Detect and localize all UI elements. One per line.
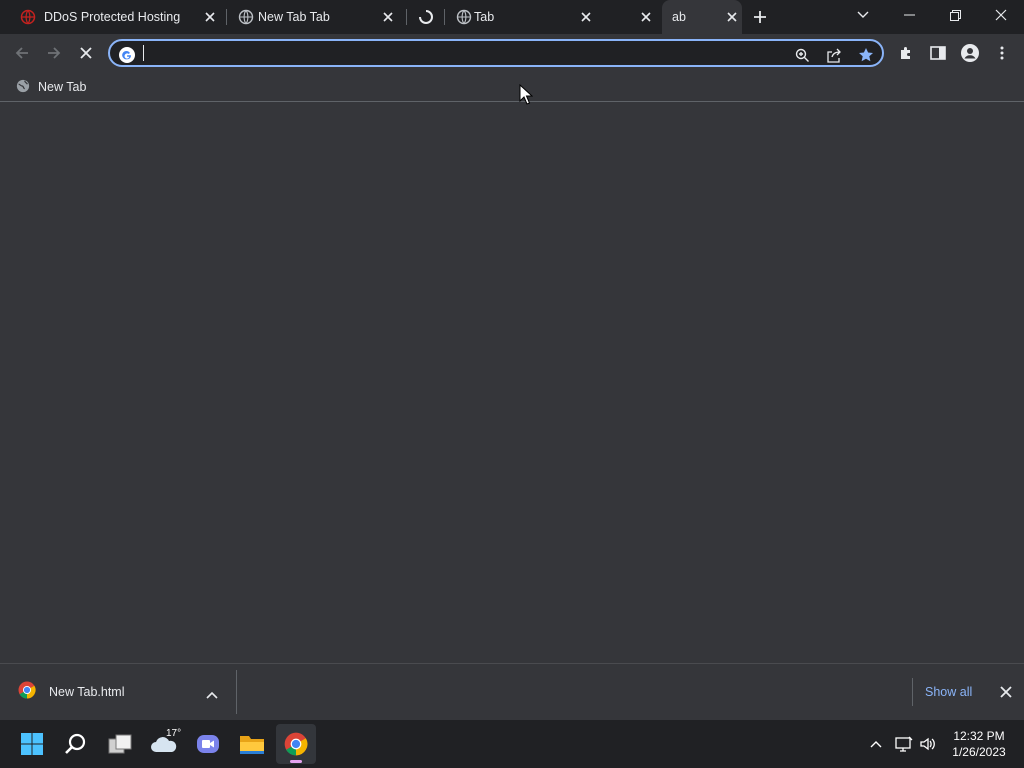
teams-chat-button[interactable] bbox=[188, 724, 228, 764]
bookmark-label: New Tab bbox=[38, 80, 87, 94]
side-panel-icon bbox=[930, 46, 946, 60]
new-tab-button[interactable] bbox=[744, 1, 776, 33]
text-caret bbox=[143, 45, 144, 61]
tab-strip: DDoS Protected Hosting S... New Tab Tab … bbox=[0, 0, 1024, 34]
chevron-down-icon bbox=[857, 11, 869, 18]
task-view-button[interactable] bbox=[100, 724, 140, 764]
globe-icon bbox=[456, 9, 472, 25]
chevron-up-icon[interactable] bbox=[206, 686, 218, 704]
globe-icon bbox=[16, 79, 30, 96]
forward-button[interactable] bbox=[38, 37, 70, 69]
star-icon[interactable] bbox=[854, 43, 878, 67]
speaker-icon bbox=[920, 737, 935, 751]
toolbar bbox=[0, 34, 1024, 72]
close-icon[interactable] bbox=[724, 9, 740, 25]
download-item[interactable]: New Tab.html bbox=[10, 672, 236, 712]
tab-title: ab bbox=[672, 10, 686, 24]
tab-active[interactable]: ab bbox=[662, 0, 742, 34]
plus-icon bbox=[754, 11, 766, 23]
tab-title: DDoS Protected Hosting S... bbox=[44, 10, 184, 24]
weather-temperature: 17° bbox=[166, 728, 182, 739]
show-hidden-icons-button[interactable] bbox=[864, 732, 888, 756]
profile-button[interactable] bbox=[954, 37, 986, 69]
avatar-icon bbox=[961, 44, 979, 62]
chrome-taskbar-button[interactable] bbox=[276, 724, 316, 764]
tab-separator bbox=[226, 9, 227, 25]
tab-new-tab[interactable]: New Tab Tab bbox=[230, 0, 406, 34]
show-all-button[interactable]: Show all bbox=[912, 678, 984, 706]
close-icon[interactable] bbox=[638, 9, 654, 25]
network-button[interactable] bbox=[892, 732, 916, 756]
start-button[interactable] bbox=[12, 724, 52, 764]
back-button[interactable] bbox=[6, 37, 38, 69]
widgets-button[interactable]: 17° bbox=[144, 724, 184, 764]
close-icon[interactable] bbox=[380, 9, 396, 25]
share-icon[interactable] bbox=[822, 43, 846, 67]
page-content[interactable] bbox=[0, 103, 1024, 663]
folder-icon bbox=[240, 736, 264, 754]
loading-spinner-icon bbox=[418, 9, 434, 25]
zoom-icon[interactable] bbox=[790, 43, 814, 67]
tab-loading[interactable] bbox=[410, 0, 444, 34]
puzzle-icon bbox=[901, 47, 910, 59]
search-button[interactable] bbox=[56, 724, 96, 764]
active-indicator bbox=[290, 760, 302, 763]
red-globe-icon bbox=[20, 9, 36, 25]
restore-button[interactable] bbox=[932, 0, 978, 30]
tab-search-button[interactable] bbox=[840, 0, 886, 30]
minimize-icon bbox=[903, 14, 915, 16]
clock-time: 12:32 PM bbox=[953, 729, 1005, 743]
tab-ddos-protected[interactable]: DDoS Protected Hosting S... bbox=[12, 0, 224, 34]
volume-button[interactable] bbox=[916, 732, 940, 756]
search-icon bbox=[65, 733, 86, 754]
close-icon[interactable] bbox=[202, 9, 218, 25]
task-view-icon bbox=[108, 734, 132, 754]
kebab-menu-icon bbox=[1000, 46, 1004, 60]
system-clock[interactable]: 12:32 PM 1/26/2023 bbox=[946, 728, 1012, 760]
stop-loading-button[interactable] bbox=[70, 37, 102, 69]
network-icon bbox=[895, 736, 913, 752]
windows-logo-icon bbox=[21, 733, 43, 755]
close-shelf-button[interactable] bbox=[990, 676, 1022, 708]
mouse-cursor-icon bbox=[519, 84, 533, 105]
close-icon bbox=[1000, 686, 1012, 698]
tab-separator bbox=[406, 9, 407, 25]
file-explorer-button[interactable] bbox=[232, 724, 272, 764]
address-input[interactable] bbox=[142, 44, 782, 62]
chrome-file-icon bbox=[18, 681, 36, 704]
chevron-up-icon bbox=[870, 741, 882, 748]
address-bar[interactable] bbox=[108, 39, 884, 67]
bookmarks-bar: New Tab bbox=[0, 72, 1024, 102]
globe-icon bbox=[238, 9, 254, 25]
close-icon bbox=[995, 9, 1007, 21]
download-separator bbox=[236, 670, 237, 714]
tab-tab[interactable]: Tab bbox=[448, 0, 658, 34]
side-panel-button[interactable] bbox=[922, 37, 954, 69]
minimize-button[interactable] bbox=[886, 0, 932, 30]
teams-chat-icon bbox=[197, 735, 219, 753]
arrow-right-icon bbox=[48, 47, 61, 59]
arrow-left-icon bbox=[15, 47, 28, 59]
download-shelf: New Tab.html Show all bbox=[0, 663, 1024, 720]
restore-icon bbox=[949, 9, 961, 21]
bookmark-new-tab[interactable]: New Tab bbox=[10, 76, 92, 98]
tab-separator bbox=[444, 9, 445, 25]
menu-button[interactable] bbox=[986, 37, 1018, 69]
close-icon bbox=[80, 47, 92, 59]
extensions-button[interactable] bbox=[890, 37, 922, 69]
window-close-button[interactable] bbox=[978, 0, 1024, 30]
tab-title: Tab bbox=[474, 10, 495, 24]
tab-title: New Tab Tab bbox=[258, 10, 330, 24]
close-icon[interactable] bbox=[578, 9, 594, 25]
google-g-icon bbox=[115, 43, 139, 67]
taskbar: 17° 12:32 PM 1/26/2023 bbox=[0, 720, 1024, 768]
clock-date: 1/26/2023 bbox=[952, 745, 1006, 759]
download-filename: New Tab.html bbox=[49, 685, 125, 699]
chrome-icon bbox=[284, 732, 308, 756]
